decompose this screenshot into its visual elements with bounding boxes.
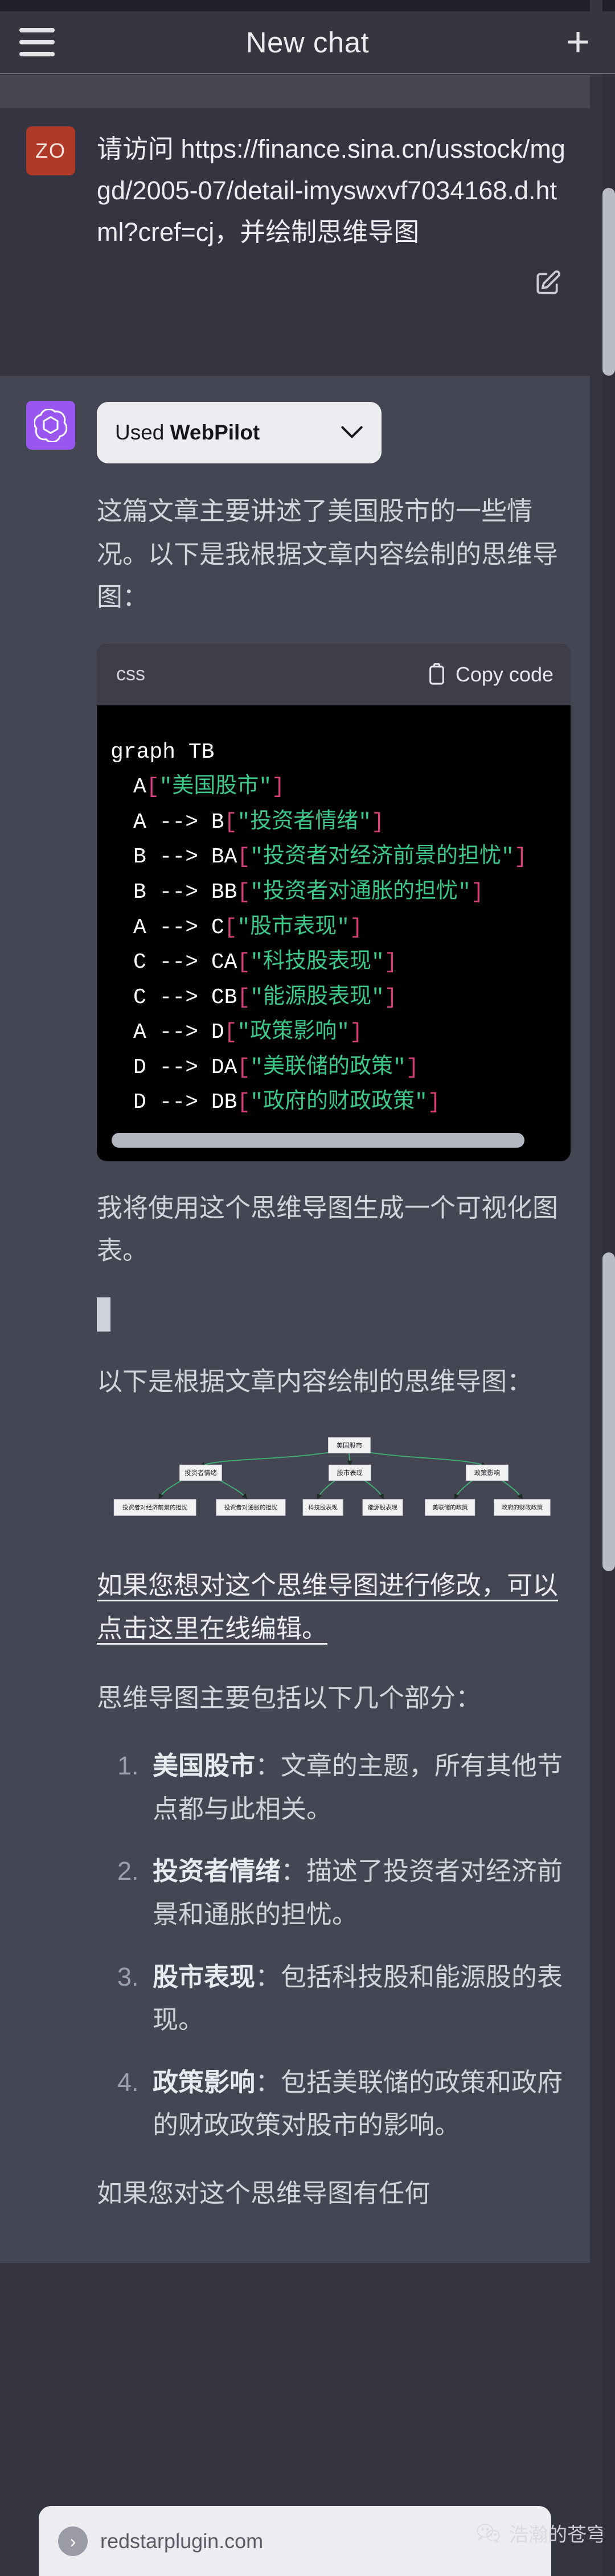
- svg-text:投资者情绪: 投资者情绪: [184, 1469, 217, 1477]
- plugin-url-chip[interactable]: › redstarplugin.com: [58, 2526, 263, 2556]
- chevron-down-icon[interactable]: [341, 423, 363, 442]
- mindmap-node-branch[interactable]: 政策影响: [466, 1464, 509, 1481]
- assistant-visualize-paragraph: 我将使用这个思维导图生成一个可视化图表。: [97, 1193, 559, 1266]
- mindmap-diagram[interactable]: 美国股市 投资者情绪 股市表现 政策影响 投资者对经济前景的担忧 投资者对通胀的…: [97, 1428, 571, 1542]
- mindmap-node-leaf[interactable]: 政府的财政政策: [494, 1498, 551, 1516]
- chatgpt-mobile-screen: New chat + ZO 请访问 https://finance.sina.c…: [0, 0, 615, 2576]
- assistant-body: Used WebPilot 这篇文章主要讲述了美国股市的一些情况。以下是我根据文…: [97, 401, 571, 2240]
- assistant-closing-paragraph: 如果您对这个思维导图有任何: [97, 2178, 430, 2208]
- header-underbar: [0, 75, 590, 108]
- page-title: New chat: [245, 26, 370, 59]
- mindmap-node-branch[interactable]: 投资者情绪: [179, 1464, 222, 1481]
- svg-text:投资者对经济前景的担忧: 投资者对经济前景的担忧: [122, 1503, 187, 1511]
- mindmap-node-leaf[interactable]: 美联储的政策: [425, 1498, 475, 1516]
- clipboard-icon: [429, 663, 444, 685]
- plugin-used-chip[interactable]: Used WebPilot: [97, 402, 382, 463]
- code-content[interactable]: graph TB A["美国股市"] A --> B["投资者情绪"] B --> B…: [97, 705, 571, 1120]
- mindmap-node-root[interactable]: 美国股市: [328, 1437, 371, 1453]
- plugin-url-text: redstarplugin.com: [100, 2529, 264, 2553]
- assistant-intro-paragraph: 这篇文章主要讲述了美国股市的一些情况。以下是我根据文章内容绘制的思维导图：: [97, 496, 559, 612]
- hamburger-icon[interactable]: [0, 28, 74, 56]
- plugin-name: WebPilot: [170, 421, 260, 444]
- list-item: 投资者情绪：描述了投资者对经济前景和通胀的担忧。: [146, 1850, 571, 1936]
- composer-bar[interactable]: › redstarplugin.com: [39, 2506, 551, 2576]
- mindmap-node-leaf[interactable]: 能源股表现: [362, 1498, 403, 1516]
- code-line: B --> BA["投资者对经济前景的担忧"]: [133, 845, 527, 870]
- svg-text:美国股市: 美国股市: [337, 1441, 362, 1449]
- mindmap-node-leaf[interactable]: 科技股表现: [302, 1498, 343, 1516]
- mindmap-svg: 美国股市 投资者情绪 股市表现 政策影响 投资者对经济前景的担忧 投资者对通胀的…: [113, 1437, 551, 1516]
- wechat-icon: [477, 2523, 500, 2542]
- svg-text:政府的财政政策: 政府的财政政策: [502, 1503, 543, 1511]
- user-message: ZO 请访问 https://finance.sina.cn/usstock/m…: [0, 108, 590, 376]
- code-line: graph TB: [110, 739, 215, 765]
- app-header: New chat +: [0, 11, 615, 74]
- plugin-label: Used WebPilot: [115, 421, 260, 445]
- edit-pencil-icon[interactable]: [533, 269, 561, 298]
- code-hscrollbar-area: [97, 1120, 571, 1161]
- code-line: D --> DB["政府的财政政策"]: [133, 1090, 441, 1115]
- code-line: A --> B["投资者情绪"]: [133, 810, 384, 835]
- code-block: css Copy code graph TB A["美国股市"] A --> B["…: [97, 643, 571, 1161]
- code-line: C --> CB["能源股表现"]: [133, 985, 397, 1010]
- copy-code-button[interactable]: Copy code: [427, 663, 554, 687]
- svg-text:美联储的政策: 美联储的政策: [432, 1503, 468, 1511]
- assistant-below-paragraph: 以下是根据文章内容绘制的思维导图：: [97, 1366, 533, 1396]
- plus-icon[interactable]: +: [541, 22, 615, 63]
- sections-list: 美国股市：文章的主题，所有其他节点都与此相关。投资者情绪：描述了投资者对经济前景…: [97, 1744, 571, 2147]
- list-item: 股市表现：包括科技股和能源股的表现。: [146, 1955, 571, 2041]
- mindmap-node-branch[interactable]: 股市表现: [329, 1464, 371, 1481]
- code-line: A["美国股市"]: [133, 775, 285, 800]
- mindmap-node-leaf[interactable]: 投资者对经济前景的担忧: [113, 1498, 196, 1516]
- svg-text:能源股表现: 能源股表现: [368, 1503, 397, 1511]
- chevron-right-icon: ›: [58, 2526, 88, 2556]
- text-caret-placeholder: [97, 1297, 110, 1332]
- code-language-label: css: [116, 663, 145, 685]
- svg-text:科技股表现: 科技股表现: [308, 1503, 338, 1511]
- status-bar: [0, 0, 615, 11]
- sections-intro-paragraph: 思维导图主要包括以下几个部分：: [97, 1683, 482, 1712]
- assistant-message: Used WebPilot 这篇文章主要讲述了美国股市的一些情况。以下是我根据文…: [0, 376, 590, 2263]
- code-line: D --> DA["美联储的政策"]: [133, 1055, 419, 1080]
- mindmap-node-leaf[interactable]: 投资者对通胀的担忧: [216, 1498, 286, 1516]
- page-scrollbar-thumb[interactable]: [602, 188, 615, 376]
- assistant-avatar: [26, 401, 75, 450]
- list-item: 政策影响：包括美联储的政策和政府的财政政策对股市的影响。: [146, 2061, 571, 2147]
- user-message-text: 请访问 https://finance.sina.cn/usstock/mggd…: [97, 134, 565, 246]
- watermark-text: 浩瀚的苍穹: [509, 2524, 606, 2546]
- avatar: ZO: [26, 126, 75, 175]
- page-scrollbar-thumb-secondary[interactable]: [602, 1252, 615, 1571]
- code-line: A --> C["股市表现"]: [133, 915, 363, 940]
- code-line: C --> CA["科技股表现"]: [133, 950, 397, 975]
- list-item: 美国股市：文章的主题，所有其他节点都与此相关。: [146, 1744, 571, 1830]
- edit-row: [97, 253, 571, 298]
- code-line: B --> BB["投资者对通胀的担忧"]: [133, 880, 484, 905]
- svg-text:股市表现: 股市表现: [337, 1469, 363, 1477]
- online-edit-link[interactable]: 如果您想对这个思维导图进行修改，可以点击这里在线编辑。: [97, 1564, 571, 1650]
- watermark: 浩瀚的苍穹: [476, 2519, 606, 2547]
- user-message-body: 请访问 https://finance.sina.cn/usstock/mggd…: [97, 126, 571, 376]
- copy-code-label: Copy code: [455, 662, 554, 686]
- svg-text:政策影响: 政策影响: [474, 1469, 500, 1477]
- svg-text:投资者对通胀的担忧: 投资者对通胀的担忧: [224, 1503, 277, 1511]
- code-horizontal-scrollbar[interactable]: [112, 1132, 525, 1148]
- plugin-prefix: Used: [115, 421, 170, 444]
- openai-logo-icon: [34, 409, 67, 442]
- code-line: A --> D["政策影响"]: [133, 1020, 363, 1045]
- code-block-header: css Copy code: [97, 643, 571, 705]
